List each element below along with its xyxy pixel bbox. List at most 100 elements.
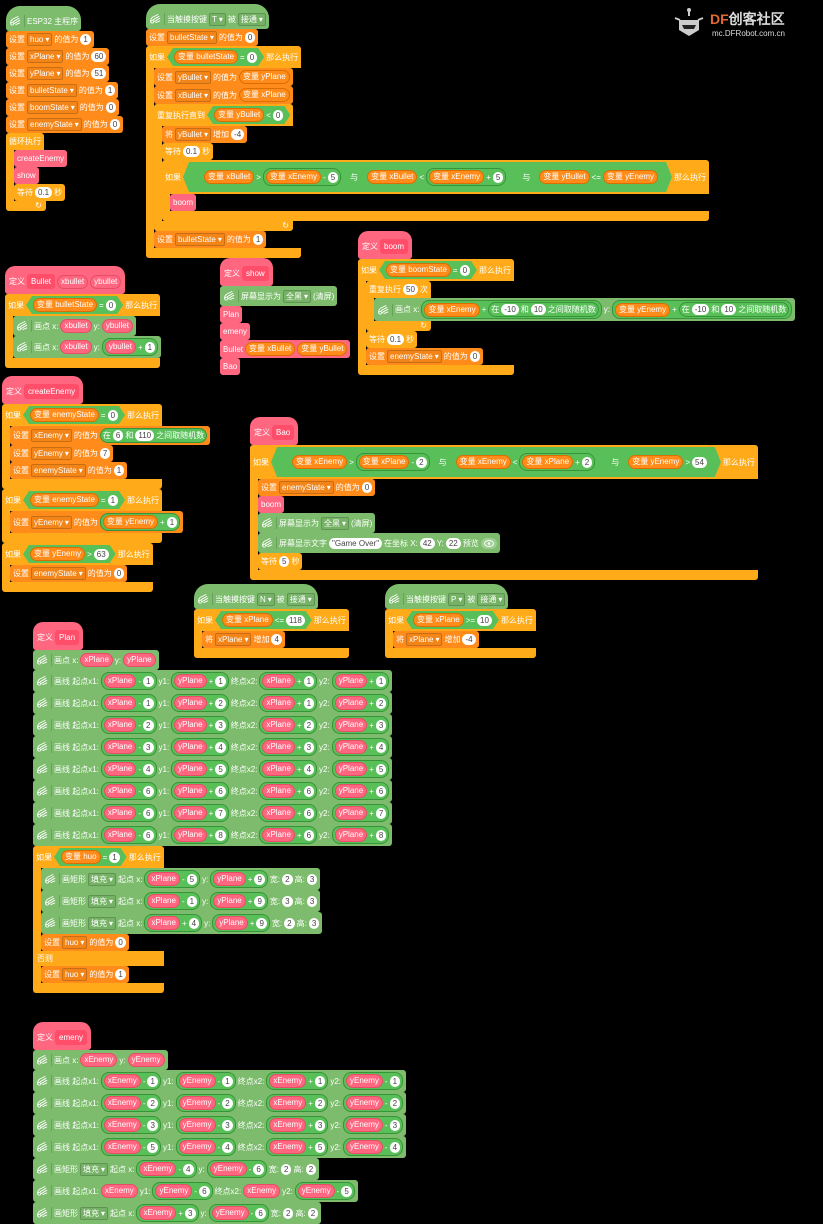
variable-reporter[interactable]: 变量 boomState: [386, 263, 451, 277]
number-input[interactable]: 3: [308, 917, 320, 929]
number-input[interactable]: 0: [244, 32, 256, 43]
dropdown[interactable]: 填充 ▾: [88, 872, 117, 886]
command-block[interactable]: 设置 enemyState ▾ 的值为 0: [258, 479, 376, 496]
number-input[interactable]: 4: [303, 763, 315, 775]
command-block[interactable]: 设置 yPlane ▾ 的值为 51: [6, 65, 110, 82]
define-block[interactable]: 定义 emeny: [33, 1022, 92, 1050]
variable-reporter[interactable]: 变量 yBullet: [214, 108, 264, 122]
argument-reporter[interactable]: xPlane: [103, 828, 137, 842]
eye-icon[interactable]: [480, 537, 497, 549]
dropdown[interactable]: xPlane ▾: [406, 633, 443, 646]
operator-reporter[interactable]: yPlane +8: [171, 826, 229, 844]
if-header[interactable]: 如果 变量 xPlane >= 10 那么执行: [385, 609, 536, 631]
operator-reporter[interactable]: xPlane +6: [259, 782, 318, 800]
argument-reporter[interactable]: yPlane: [213, 872, 246, 886]
number-input[interactable]: 0: [361, 482, 373, 493]
number-input[interactable]: 110: [135, 430, 155, 441]
dropdown[interactable]: xPlane ▾: [27, 50, 64, 63]
operator-reporter[interactable]: yPlane +7: [331, 804, 390, 822]
operator-reporter[interactable]: yPlane +6: [171, 782, 229, 800]
command-block[interactable]: 画线 起点x1: xEnemy -5 y1: yEnemy -4 终点x2: xEnemy +5…: [33, 1136, 407, 1158]
operator-reporter[interactable]: yPlane +9: [210, 870, 268, 888]
operator-reporter[interactable]: xEnemy +3: [136, 1204, 199, 1222]
operator-reporter[interactable]: xEnemy -1: [100, 1072, 161, 1090]
number-input[interactable]: 6: [143, 807, 154, 819]
boolean-condition[interactable]: 变量 bulletState = 0: [167, 48, 264, 66]
variable-reporter[interactable]: 变量 xPlane: [522, 455, 573, 469]
number-input[interactable]: 1: [303, 675, 315, 687]
number-input[interactable]: 0: [115, 937, 126, 948]
operator-reporter[interactable]: yEnemy -6: [208, 1204, 269, 1222]
argument-reporter[interactable]: yEnemy: [346, 1118, 383, 1132]
number-input[interactable]: 1: [252, 234, 264, 245]
operator-reporter[interactable]: ybullet +1: [101, 338, 159, 356]
number-input[interactable]: 5: [147, 1141, 158, 1153]
loop-header[interactable]: 重复执行 50 次: [366, 281, 431, 298]
argument-reporter[interactable]: xEnemy: [103, 1074, 141, 1088]
number-input[interactable]: 5: [493, 172, 503, 183]
boolean-condition[interactable]: 变量 xBullet < 变量 xEnemy +5: [360, 166, 513, 188]
number-input[interactable]: 0: [106, 300, 116, 311]
number-input[interactable]: 8: [375, 829, 387, 841]
command-block[interactable]: 画线 起点x1: xPlane -2 y1: yPlane +3 终点x2: xPlane +2…: [33, 714, 393, 736]
operator-reporter[interactable]: xPlane -2: [100, 716, 157, 734]
dropdown[interactable]: 接通 ▾: [477, 592, 506, 606]
number-input[interactable]: 5: [375, 763, 387, 775]
if-header[interactable]: 如果 变量 huo = 1 那么执行: [33, 846, 164, 868]
boolean-condition[interactable]: 变量 xBullet > 变量 xEnemy -5: [197, 166, 348, 188]
boolean-condition[interactable]: 变量 yEnemy >63: [23, 545, 116, 563]
number-input[interactable]: 3: [303, 741, 315, 753]
number-input[interactable]: 10: [530, 304, 546, 315]
script[interactable]: 定义 emeny 画点 x: xEnemy y: yEnemy 画线 起点x1: xEnemy…: [33, 1022, 407, 1224]
number-input[interactable]: 2: [303, 719, 315, 731]
number-input[interactable]: 2: [375, 697, 387, 709]
variable-reporter[interactable]: 变量 yEnemy: [614, 302, 671, 317]
dropdown[interactable]: bulletState ▾: [167, 31, 217, 44]
operator-reporter[interactable]: xPlane +4: [144, 914, 203, 932]
script[interactable]: 定义 Bullet xbullet ybullet 如果 变量 bulletState = 0…: [5, 266, 162, 368]
dropdown[interactable]: 接通 ▾: [286, 592, 315, 606]
number-input[interactable]: 2: [389, 1097, 401, 1109]
loop-header[interactable]: 循环执行: [6, 133, 44, 150]
command-block[interactable]: 画线 起点x1: xPlane -3 y1: yPlane +4 终点x2: xPlane +3…: [33, 736, 393, 758]
command-block[interactable]: 设置 boomState ▾ 的值为 0: [6, 99, 120, 116]
command-block[interactable]: 设置 enemyState ▾ 的值为 0: [10, 565, 128, 582]
text-input[interactable]: "Game Over": [329, 537, 383, 549]
number-input[interactable]: 1: [115, 969, 126, 980]
argument-reporter[interactable]: xbullet: [60, 340, 92, 354]
hat-block[interactable]: 当触摸按键 P ▾ 被接通 ▾: [385, 584, 509, 609]
dropdown[interactable]: 填充 ▾: [80, 1206, 109, 1220]
number-input[interactable]: 1: [375, 675, 387, 687]
operator-reporter[interactable]: xPlane +1: [259, 694, 318, 712]
argument-reporter[interactable]: ybullet: [104, 340, 136, 354]
define-block[interactable]: 定义 boom: [358, 231, 413, 259]
boolean-condition[interactable]: 变量 xBullet > 变量 xEnemy -5 与变量 xBullet < 变量 xEn…: [183, 162, 672, 192]
command-block[interactable]: 屏幕显示为 全黑 ▾ (清屏): [220, 286, 338, 306]
command-block[interactable]: 画线 起点x1: xEnemy -1 y1: yEnemy -1 终点x2: xEnemy +1…: [33, 1070, 407, 1092]
argument-reporter[interactable]: xEnemy: [269, 1140, 307, 1154]
operator-reporter[interactable]: yEnemy -3: [175, 1116, 236, 1134]
if-header[interactable]: 如果 变量 bulletState = 0 那么执行: [146, 46, 302, 68]
number-input[interactable]: 2: [416, 457, 426, 468]
argument-reporter[interactable]: xPlane: [103, 806, 137, 820]
number-input[interactable]: 60: [91, 51, 107, 62]
number-input[interactable]: 1: [147, 1075, 158, 1087]
command-block[interactable]: 画点 x: xbullet y: ybullet +1: [13, 336, 162, 358]
number-input[interactable]: 6: [112, 430, 124, 441]
argument-reporter[interactable]: yPlane: [334, 806, 368, 820]
number-input[interactable]: 6: [375, 785, 387, 797]
operator-reporter[interactable]: xPlane +1: [259, 672, 318, 690]
number-input[interactable]: 6: [215, 785, 226, 797]
argument-reporter[interactable]: xEnemy: [103, 1096, 141, 1110]
variable-reporter[interactable]: 变量 yEnemy: [603, 170, 658, 184]
argument-reporter[interactable]: xEnemy: [269, 1074, 307, 1088]
number-input[interactable]: 2: [281, 1163, 292, 1175]
operator-reporter[interactable]: yPlane +1: [331, 672, 390, 690]
operator-reporter[interactable]: yEnemy -4: [343, 1138, 404, 1156]
hat-block[interactable]: 当触摸按键 N ▾ 被接通 ▾: [194, 584, 318, 609]
define-block[interactable]: 定义 show: [220, 258, 273, 286]
argument-reporter[interactable]: xPlane: [103, 696, 137, 710]
argument-reporter[interactable]: yPlane: [174, 762, 207, 776]
number-input[interactable]: 1: [109, 852, 119, 863]
number-input[interactable]: 42: [419, 537, 435, 549]
